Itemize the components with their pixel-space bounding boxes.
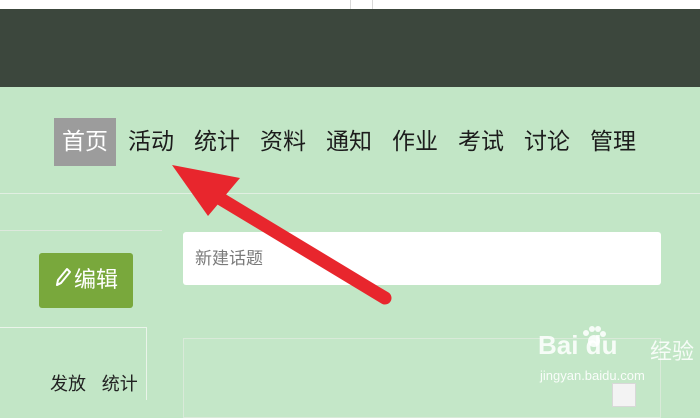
tab-discussion[interactable]: 讨论 <box>524 114 570 170</box>
header-bar <box>0 9 700 87</box>
edit-button-label: 编辑 <box>73 268 118 293</box>
strip-divider <box>350 0 351 9</box>
sidebar-top-divider <box>0 230 162 231</box>
strip-divider <box>372 0 373 9</box>
sidebar-links: 发放 统计 <box>50 370 148 396</box>
tab-activity[interactable]: 活动 <box>128 114 174 170</box>
tab-exams[interactable]: 考试 <box>458 114 504 170</box>
pencil-icon <box>54 254 72 309</box>
sidebar-link-distribute[interactable]: 发放 <box>50 374 86 395</box>
main-nav: 首页 活动 统计 资料 通知 作业 考试 讨论 管理 <box>0 114 700 170</box>
new-topic-input[interactable] <box>183 232 661 285</box>
tab-materials[interactable]: 资料 <box>260 114 306 170</box>
tab-home[interactable]: 首页 <box>54 118 116 166</box>
editor-corner-button[interactable] <box>612 383 636 407</box>
edit-button[interactable]: 编辑 <box>39 253 133 308</box>
top-strip <box>0 0 700 9</box>
sidebar-divider <box>0 327 146 328</box>
tab-notices[interactable]: 通知 <box>326 114 372 170</box>
tab-manage[interactable]: 管理 <box>590 114 636 170</box>
content-editor-box[interactable] <box>183 338 661 418</box>
sidebar-link-stats[interactable]: 统计 <box>102 374 138 395</box>
nav-divider <box>0 193 700 194</box>
tab-statistics[interactable]: 统计 <box>194 114 240 170</box>
tab-homework[interactable]: 作业 <box>392 114 438 170</box>
